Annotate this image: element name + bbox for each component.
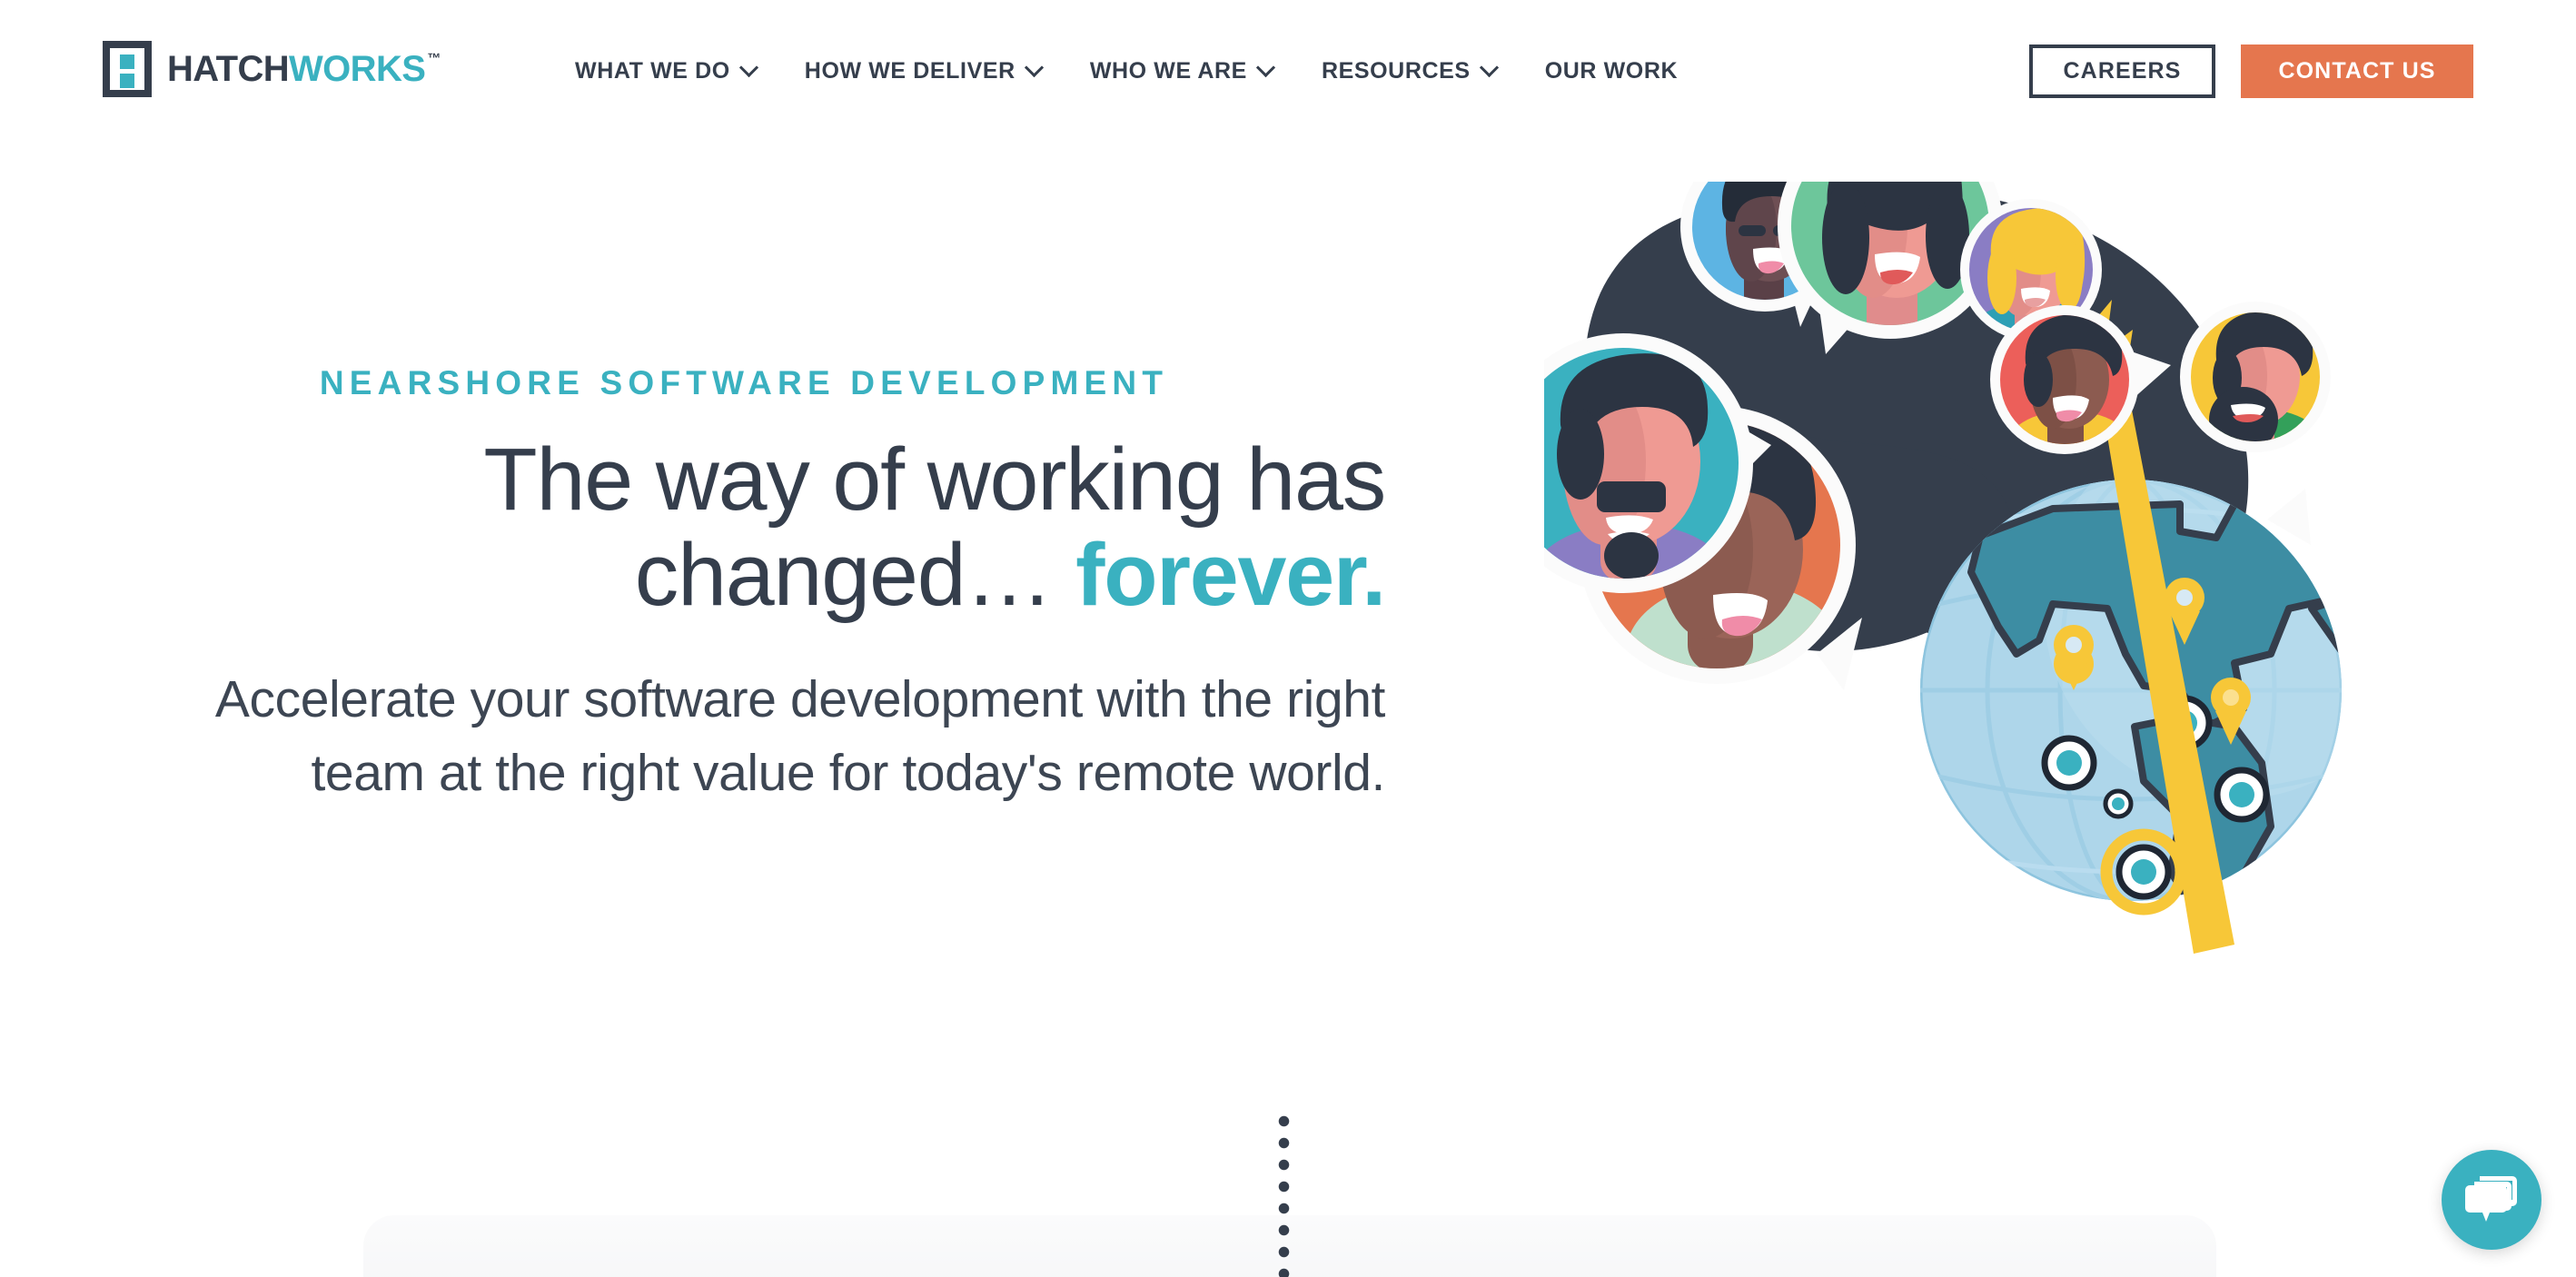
nav-item-label: RESOURCES [1321,57,1471,84]
scroll-dotted-divider [1278,1115,1290,1277]
contact-us-button[interactable]: CONTACT US [2241,44,2473,98]
chat-widget-button[interactable] [2442,1150,2541,1250]
header-actions: CAREERS CONTACT US [2029,0,2473,142]
main-navigation: WHAT WE DO HOW WE DELIVER WHO WE ARE RES… [551,0,1701,142]
hero-headline-line1: The way of working has [483,430,1386,530]
chevron-down-icon [1027,61,1043,76]
chat-bubbles-icon [2465,1176,2517,1222]
chevron-down-icon [1482,61,1498,76]
location-marker-active-icon [2100,828,2187,916]
nav-item-label: HOW WE DELIVER [804,57,1016,84]
bottom-section-panel [363,1215,2216,1277]
chevron-down-icon [1259,61,1274,76]
logo-trademark-icon: ™ [427,51,441,66]
hero-headline: The way of working has changed… forever. [103,430,1386,625]
hero-illustration-svg [1544,182,2342,954]
nav-item-label: WHAT WE DO [575,57,730,84]
logo-bracket-icon [103,41,152,97]
location-marker-icon [2041,735,2097,791]
careers-button[interactable]: CAREERS [2029,44,2215,98]
page-root: HATCHWORKS ™ WHAT WE DO HOW WE DELIVER W… [0,0,2576,1277]
location-marker-icon [2214,767,2270,823]
logo-text-works: WORKS [289,49,426,89]
nav-item-label: OUR WORK [1544,57,1679,84]
hero-subheadline: Accelerate your software development wit… [214,669,1386,802]
hero-headline-line2-plain: changed… [634,525,1076,625]
nav-item-label: WHO WE ARE [1089,57,1247,84]
nav-item-our-work[interactable]: OUR WORK [1521,44,1701,98]
hero-illustration [1544,182,2471,1099]
site-header: HATCHWORKS ™ WHAT WE DO HOW WE DELIVER W… [0,0,2576,142]
hero-eyebrow: NEARSHORE SOFTWARE DEVELOPMENT [319,364,1169,401]
logo-wordmark: HATCHWORKS [167,41,426,97]
nav-item-who-we-are[interactable]: WHO WE ARE [1066,44,1298,98]
chevron-down-icon [742,61,758,76]
hero-text-block: NEARSHORE SOFTWARE DEVELOPMENT The way o… [103,363,1386,810]
location-marker-icon [2103,788,2134,819]
logo[interactable]: HATCHWORKS ™ [103,41,441,101]
nav-item-how-we-deliver[interactable]: HOW WE DELIVER [781,44,1066,98]
nav-item-resources[interactable]: RESOURCES [1298,44,1521,98]
nav-item-what-we-do[interactable]: WHAT WE DO [551,44,781,98]
logo-text-hatch: HATCH [167,49,290,89]
hero-headline-accent: forever. [1075,525,1386,625]
